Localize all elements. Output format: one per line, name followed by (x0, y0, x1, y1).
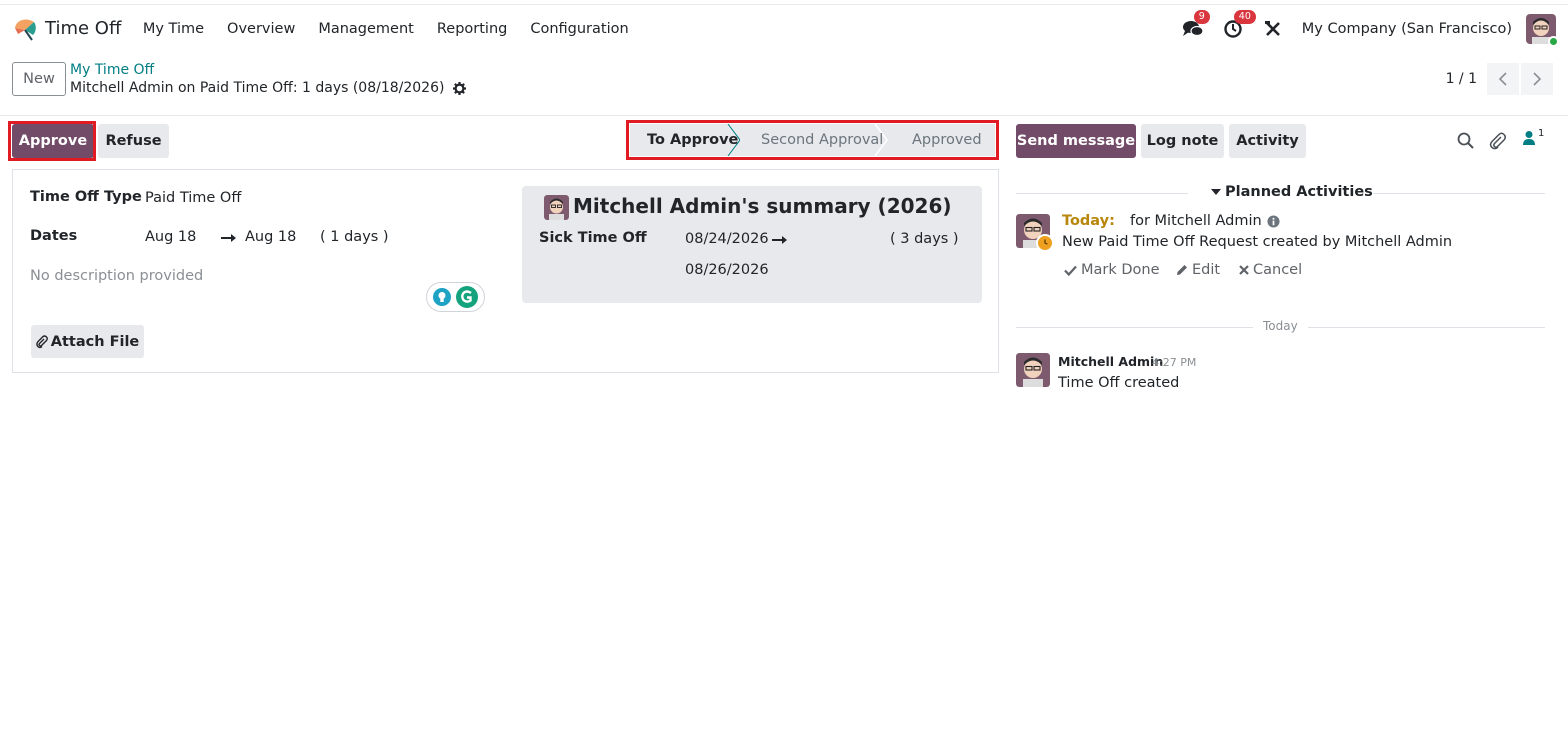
followers-button[interactable]: 1 (1522, 128, 1545, 146)
clock-icon (1036, 234, 1054, 252)
app-brand[interactable]: Time Off (12, 16, 121, 42)
followers-count: 1 (1538, 128, 1545, 139)
grammarly-icon (456, 286, 479, 308)
pager-next-button[interactable] (1521, 63, 1553, 95)
messaging-menu[interactable]: 9 (1180, 10, 1210, 42)
activity-button[interactable]: Activity (1229, 124, 1306, 158)
lightbulb-icon (432, 288, 451, 306)
chevron-right-icon (1533, 72, 1542, 86)
activity-assignee-text: for Mitchell Admin (1130, 213, 1262, 229)
planned-activities-title: Planned Activities (1225, 184, 1373, 200)
messages-badge: 9 (1193, 10, 1210, 24)
cancel-label: Cancel (1253, 262, 1303, 278)
message-author-avatar (1016, 353, 1050, 387)
date-separator: Today (1263, 319, 1298, 333)
chevron-left-icon (1498, 72, 1507, 86)
duration-value: ( 1 days ) (320, 229, 389, 245)
dates-label: Dates (30, 228, 78, 244)
arrow-right-icon (772, 236, 787, 244)
divider-line (1373, 193, 1545, 194)
record-title: Mitchell Admin on Paid Time Off: 1 days … (70, 80, 445, 96)
time-off-app-icon (15, 19, 36, 41)
menu-my-time[interactable]: My Time (131, 21, 215, 37)
main-menu: My Time Overview Management Reporting Co… (131, 21, 640, 37)
info-icon[interactable] (1267, 214, 1280, 228)
divider-line (1308, 327, 1545, 328)
leave-summary-card: Mitchell Admin's summary (2026) Sick Tim… (522, 186, 982, 303)
user-icon (1523, 131, 1535, 145)
time-off-type-label: Time Off Type (30, 189, 142, 205)
attachments-button[interactable] (1489, 132, 1506, 150)
date-from-field[interactable]: Aug 18 (145, 229, 196, 245)
activity-assignee: for Mitchell Admin (1130, 213, 1280, 229)
approve-highlight-frame (8, 121, 96, 161)
activity-menu[interactable]: 40 (1220, 10, 1256, 42)
attach-file-button[interactable]: Attach File (31, 325, 144, 358)
app-name: Time Off (45, 18, 122, 39)
menu-reporting[interactable]: Reporting (425, 21, 519, 37)
refuse-button[interactable]: Refuse (98, 124, 169, 158)
control-panel-divider (0, 115, 1568, 116)
date-to-field[interactable]: Aug 18 (245, 229, 296, 245)
message-author: Mitchell Admin (1058, 354, 1164, 369)
systray: 9 40 My Company (San Francisco) (1180, 5, 1568, 53)
chatter-search-button[interactable] (1457, 132, 1474, 149)
sick-duration: ( 3 days ) (890, 231, 959, 247)
close-icon (1239, 265, 1249, 275)
sick-time-off-label: Sick Time Off (539, 230, 647, 246)
description-field[interactable]: No description provided (30, 268, 203, 284)
edit-label: Edit (1192, 262, 1221, 278)
menu-configuration[interactable]: Configuration (519, 21, 640, 37)
menu-overview[interactable]: Overview (216, 21, 307, 37)
summary-title: Mitchell Admin's summary (2026) (573, 194, 952, 218)
tools-icon (1264, 21, 1280, 36)
user-avatar[interactable] (1526, 14, 1559, 47)
breadcrumb-my-time-off[interactable]: My Time Off (70, 62, 154, 78)
edit-activity-button[interactable]: Edit (1176, 262, 1220, 278)
cancel-activity-button[interactable]: Cancel (1239, 262, 1302, 278)
time-off-type-field[interactable]: Paid Time Off (145, 190, 241, 206)
activity-due-label: Today: (1062, 213, 1115, 229)
gear-icon[interactable] (453, 81, 467, 95)
caret-down-icon (1211, 189, 1221, 195)
online-status-dot (1548, 36, 1559, 47)
planned-activities-toggle[interactable]: Planned Activities (1211, 184, 1373, 200)
breadcrumb-current: Mitchell Admin on Paid Time Off: 1 days … (70, 80, 467, 96)
divider-line (1016, 193, 1188, 194)
pencil-icon (1177, 265, 1187, 275)
log-note-button[interactable]: Log note (1141, 124, 1224, 158)
pager-previous-button[interactable] (1487, 63, 1519, 95)
new-button[interactable]: New (12, 62, 66, 96)
activities-badge: 40 (1233, 10, 1256, 24)
divider-line (1016, 327, 1253, 328)
attach-file-label: Attach File (50, 333, 140, 350)
menu-management[interactable]: Management (307, 21, 426, 37)
pager-value[interactable]: 1 / 1 (1446, 71, 1477, 87)
paperclip-icon (35, 334, 48, 348)
message-time: 4:27 PM (1152, 356, 1197, 369)
top-navbar: Time Off My Time Overview Management Rep… (0, 4, 1568, 52)
activity-summary: New Paid Time Off Request created by Mit… (1062, 234, 1453, 250)
grammarly-widget[interactable] (426, 282, 485, 312)
paperclip-icon (1489, 132, 1506, 150)
sick-date-to: 08/26/2026 (685, 262, 769, 278)
mark-done-button[interactable]: Mark Done (1064, 262, 1160, 278)
mark-done-label: Mark Done (1081, 262, 1160, 278)
search-icon (1457, 132, 1474, 149)
status-highlight-frame (626, 120, 999, 160)
send-message-button[interactable]: Send message (1016, 124, 1136, 158)
form-sheet: Time Off Type Paid Time Off Dates Aug 18… (12, 169, 999, 373)
message-body: Time Off created (1058, 375, 1180, 391)
debug-tools[interactable] (1260, 16, 1286, 42)
employee-avatar-icon (544, 195, 569, 220)
arrow-right-icon (221, 234, 236, 242)
check-icon (1064, 265, 1077, 276)
company-switcher[interactable]: My Company (San Francisco) (1302, 21, 1512, 37)
sick-date-from: 08/24/2026 (685, 231, 769, 247)
